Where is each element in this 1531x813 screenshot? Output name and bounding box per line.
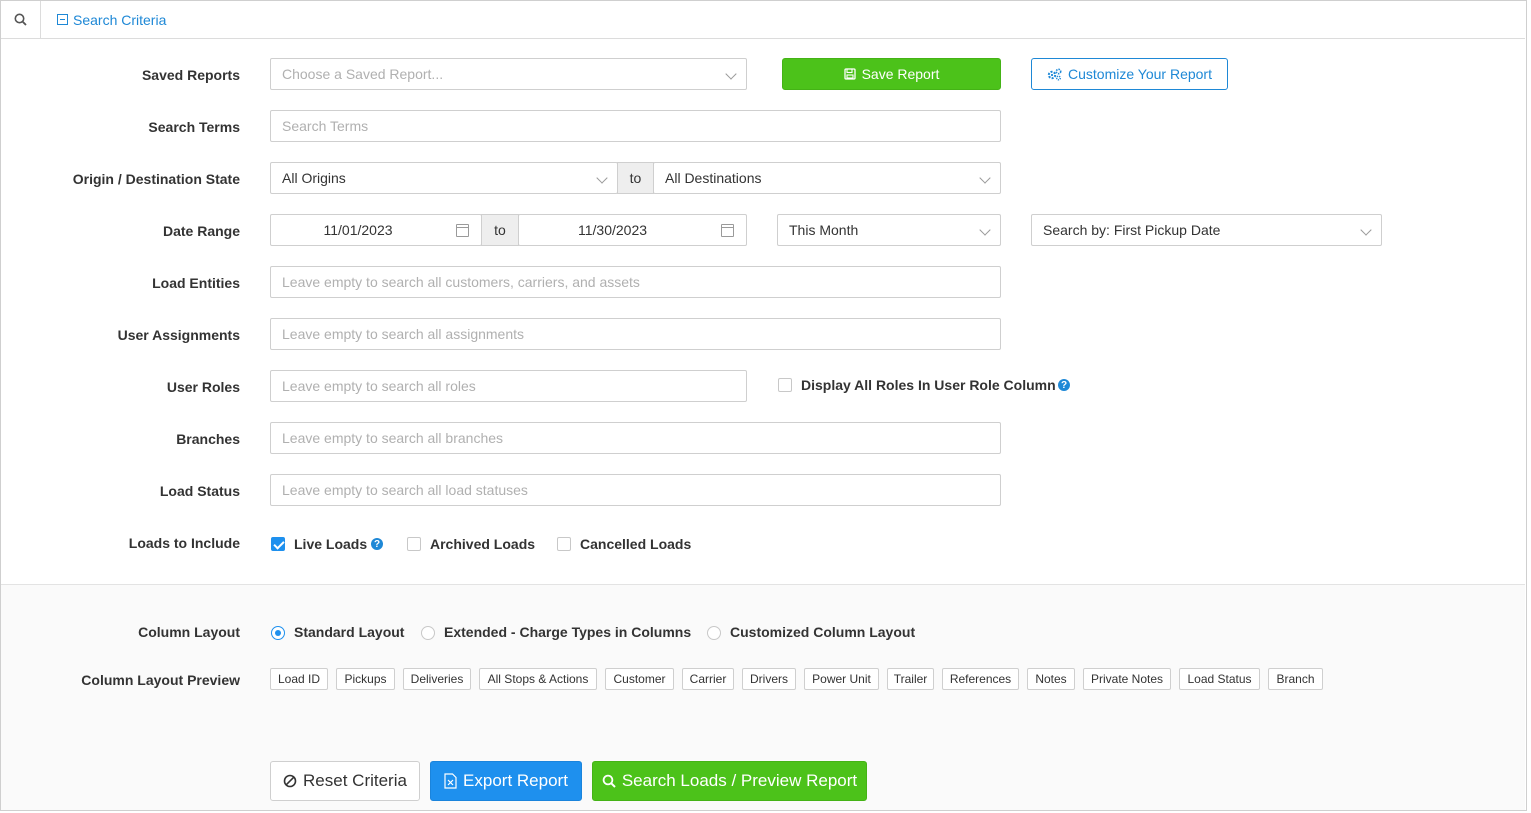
- right-edge: [1527, 0, 1531, 813]
- user-assignments-label: User Assignments: [117, 327, 240, 343]
- search-icon: [602, 774, 616, 788]
- extended-layout-label[interactable]: Extended - Charge Types in Columns: [444, 624, 691, 640]
- origin-destination-label: Origin / Destination State: [72, 171, 240, 187]
- display-all-roles-label[interactable]: Display All Roles In User Role Column: [801, 377, 1056, 393]
- cancelled-loads-label[interactable]: Cancelled Loads: [580, 536, 691, 552]
- origin-to-addon: to: [617, 162, 654, 194]
- column-tag: Pickups: [336, 668, 395, 690]
- customized-layout-radio[interactable]: [707, 626, 721, 640]
- floppy-disk-icon: [843, 68, 856, 80]
- column-tag: Notes: [1027, 668, 1075, 690]
- user-roles-input[interactable]: Leave empty to search all roles: [270, 370, 747, 402]
- panel-header: Search Criteria: [1, 1, 1525, 39]
- customize-report-button[interactable]: Customize Your Report: [1031, 58, 1228, 90]
- calendar-icon: [721, 224, 734, 237]
- help-icon[interactable]: ?: [371, 538, 383, 550]
- archived-loads-label[interactable]: Archived Loads: [430, 536, 535, 552]
- standard-layout-radio[interactable]: [271, 626, 285, 640]
- branches-label: Branches: [176, 431, 240, 447]
- chevron-down-icon: [979, 172, 991, 184]
- load-entities-input[interactable]: Leave empty to search all customers, car…: [270, 266, 1001, 298]
- chevron-down-icon: [596, 172, 608, 184]
- save-report-button[interactable]: Save Report: [782, 58, 1001, 90]
- extended-layout-radio[interactable]: [421, 626, 435, 640]
- destination-state-select[interactable]: All Destinations: [653, 162, 1001, 194]
- end-date-input[interactable]: 11/30/2023: [518, 214, 747, 246]
- search-icon: [14, 13, 27, 26]
- calendar-icon: [456, 224, 469, 237]
- archived-loads-checkbox[interactable]: [407, 537, 421, 551]
- excel-file-icon: [444, 773, 457, 789]
- standard-layout-label[interactable]: Standard Layout: [294, 624, 404, 640]
- collapse-icon: [57, 14, 68, 25]
- date-to-addon: to: [481, 214, 519, 246]
- gears-icon: [1047, 67, 1062, 80]
- column-tag: References: [942, 668, 1019, 690]
- load-entities-label: Load Entities: [152, 275, 240, 291]
- search-terms-label: Search Terms: [148, 119, 240, 135]
- user-assignments-input[interactable]: Leave empty to search all assignments: [270, 318, 1001, 350]
- loads-to-include-label: Loads to Include: [128, 535, 240, 551]
- date-preset-select[interactable]: This Month: [777, 214, 1001, 246]
- column-tag: Power Unit: [804, 668, 879, 690]
- reset-criteria-button[interactable]: Reset Criteria: [270, 761, 420, 801]
- search-criteria-toggle[interactable]: Search Criteria: [57, 1, 166, 38]
- origin-state-select[interactable]: All Origins: [270, 162, 618, 194]
- ban-icon: [283, 774, 297, 788]
- start-date-input[interactable]: 11/01/2023: [270, 214, 482, 246]
- chevron-down-icon: [979, 224, 991, 236]
- date-range-label: Date Range: [162, 223, 240, 239]
- column-tag: Drivers: [742, 668, 796, 690]
- column-tag: Private Notes: [1083, 668, 1171, 690]
- chevron-down-icon: [725, 68, 737, 80]
- search-criteria-label: Search Criteria: [73, 11, 167, 28]
- help-icon[interactable]: ?: [1058, 379, 1070, 391]
- column-layout-label: Column Layout: [138, 624, 240, 640]
- export-report-button[interactable]: Export Report: [430, 761, 582, 801]
- column-tag: Deliveries: [403, 668, 471, 690]
- live-loads-label[interactable]: Live Loads: [294, 536, 367, 552]
- search-terms-input[interactable]: Search Terms: [270, 110, 1001, 142]
- column-tag: Customer: [605, 668, 674, 690]
- display-all-roles-checkbox[interactable]: [778, 378, 792, 392]
- column-tag: All Stops & Actions: [479, 668, 597, 690]
- column-layout-preview-label: Column Layout Preview: [81, 672, 240, 688]
- customized-layout-label[interactable]: Customized Column Layout: [730, 624, 915, 640]
- column-tag: Carrier: [682, 668, 734, 690]
- search-loads-button[interactable]: Search Loads / Preview Report: [592, 761, 867, 801]
- column-tag: Branch: [1268, 668, 1323, 690]
- live-loads-checkbox[interactable]: [271, 537, 285, 551]
- cancelled-loads-checkbox[interactable]: [557, 537, 571, 551]
- chevron-down-icon: [1360, 224, 1372, 236]
- user-roles-label: User Roles: [166, 379, 240, 395]
- load-status-label: Load Status: [159, 483, 240, 499]
- search-by-date-select[interactable]: Search by: First Pickup Date: [1031, 214, 1382, 246]
- saved-reports-label: Saved Reports: [141, 67, 240, 83]
- column-tag: Trailer: [887, 668, 934, 690]
- saved-report-select[interactable]: Choose a Saved Report...: [270, 58, 747, 90]
- search-toggle-button[interactable]: [1, 1, 41, 38]
- column-layout-section: [1, 584, 1525, 732]
- load-status-input[interactable]: Leave empty to search all load statuses: [270, 474, 1001, 506]
- column-tag: Load Status: [1179, 668, 1260, 690]
- column-tag: Load ID: [270, 668, 328, 690]
- branches-input[interactable]: Leave empty to search all branches: [270, 422, 1001, 454]
